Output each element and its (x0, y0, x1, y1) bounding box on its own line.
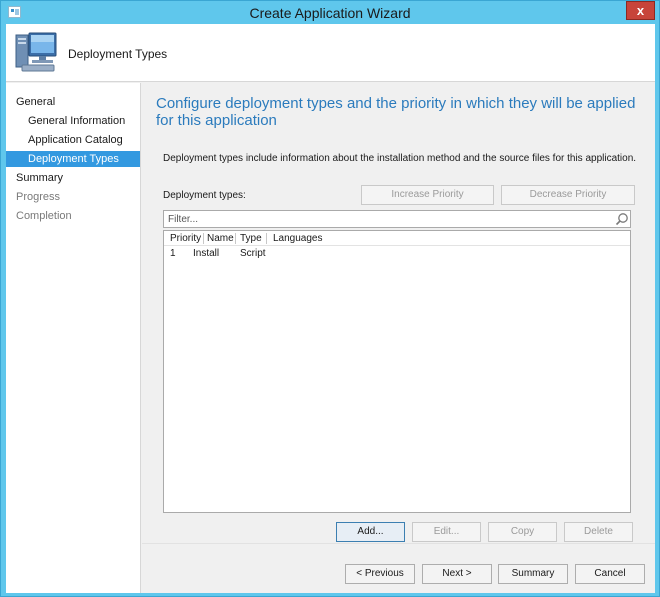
window-title: Create Application Wizard (249, 5, 411, 21)
delete-button[interactable]: Delete (564, 522, 633, 542)
column-header-name[interactable]: Name (207, 232, 234, 245)
filter-placeholder: Filter... (168, 214, 199, 225)
increase-priority-button[interactable]: Increase Priority (361, 185, 494, 205)
cell-priority: 1 (170, 248, 176, 259)
edit-button[interactable]: Edit... (412, 522, 481, 542)
deployment-types-list[interactable]: Priority Name Type Languages 1 Install S… (163, 230, 631, 513)
page-description: Deployment types include information abo… (163, 153, 637, 164)
filter-input[interactable]: Filter... (163, 210, 631, 228)
header-title: Deployment Types (68, 47, 168, 61)
wizard-window: Create Application Wizard x Deployment T… (0, 0, 660, 597)
page-heading: Configure deployment types and the prior… (156, 95, 636, 129)
previous-button[interactable]: < Previous (345, 564, 415, 584)
wizard-content: Configure deployment types and the prior… (142, 83, 655, 543)
column-header-languages[interactable]: Languages (273, 232, 323, 245)
decrease-priority-button[interactable]: Decrease Priority (501, 185, 635, 205)
add-button[interactable]: Add... (336, 522, 405, 542)
title-bar[interactable]: Create Application Wizard x (1, 1, 659, 24)
nav-item-summary[interactable]: Summary (16, 170, 63, 186)
nav-item-application-catalog[interactable]: Application Catalog (28, 132, 123, 148)
list-header: Priority Name Type Languages (164, 231, 630, 246)
nav-item-general-information[interactable]: General Information (28, 113, 125, 129)
table-row[interactable]: 1 Install Script (164, 247, 630, 262)
search-icon[interactable] (615, 212, 629, 226)
nav-item-progress: Progress (16, 191, 61, 203)
column-header-type[interactable]: Type (240, 232, 262, 245)
cell-name: Install (193, 248, 220, 259)
nav-item-completion: Completion (16, 210, 72, 222)
wizard-client-area: Deployment Types General General Informa… (6, 24, 655, 593)
nav-item-general[interactable]: General (16, 94, 55, 110)
cell-type: Script (240, 248, 266, 259)
wizard-footer: < Previous Next > Summary Cancel (142, 543, 655, 593)
column-separator[interactable] (203, 233, 204, 244)
column-header-priority[interactable]: Priority (170, 232, 201, 245)
summary-button[interactable]: Summary (498, 564, 568, 584)
wizard-nav: General General Information Application … (6, 83, 141, 593)
computer-monitor-icon (15, 32, 57, 72)
next-button[interactable]: Next > (422, 564, 492, 584)
wizard-header: Deployment Types (6, 24, 655, 82)
close-button[interactable]: x (626, 1, 655, 20)
deployment-types-label: Deployment types: (163, 190, 246, 201)
nav-item-deployment-types[interactable]: Deployment Types (6, 151, 140, 167)
copy-button[interactable]: Copy (488, 522, 557, 542)
cancel-button[interactable]: Cancel (575, 564, 645, 584)
column-separator[interactable] (235, 233, 236, 244)
column-separator[interactable] (266, 233, 267, 244)
